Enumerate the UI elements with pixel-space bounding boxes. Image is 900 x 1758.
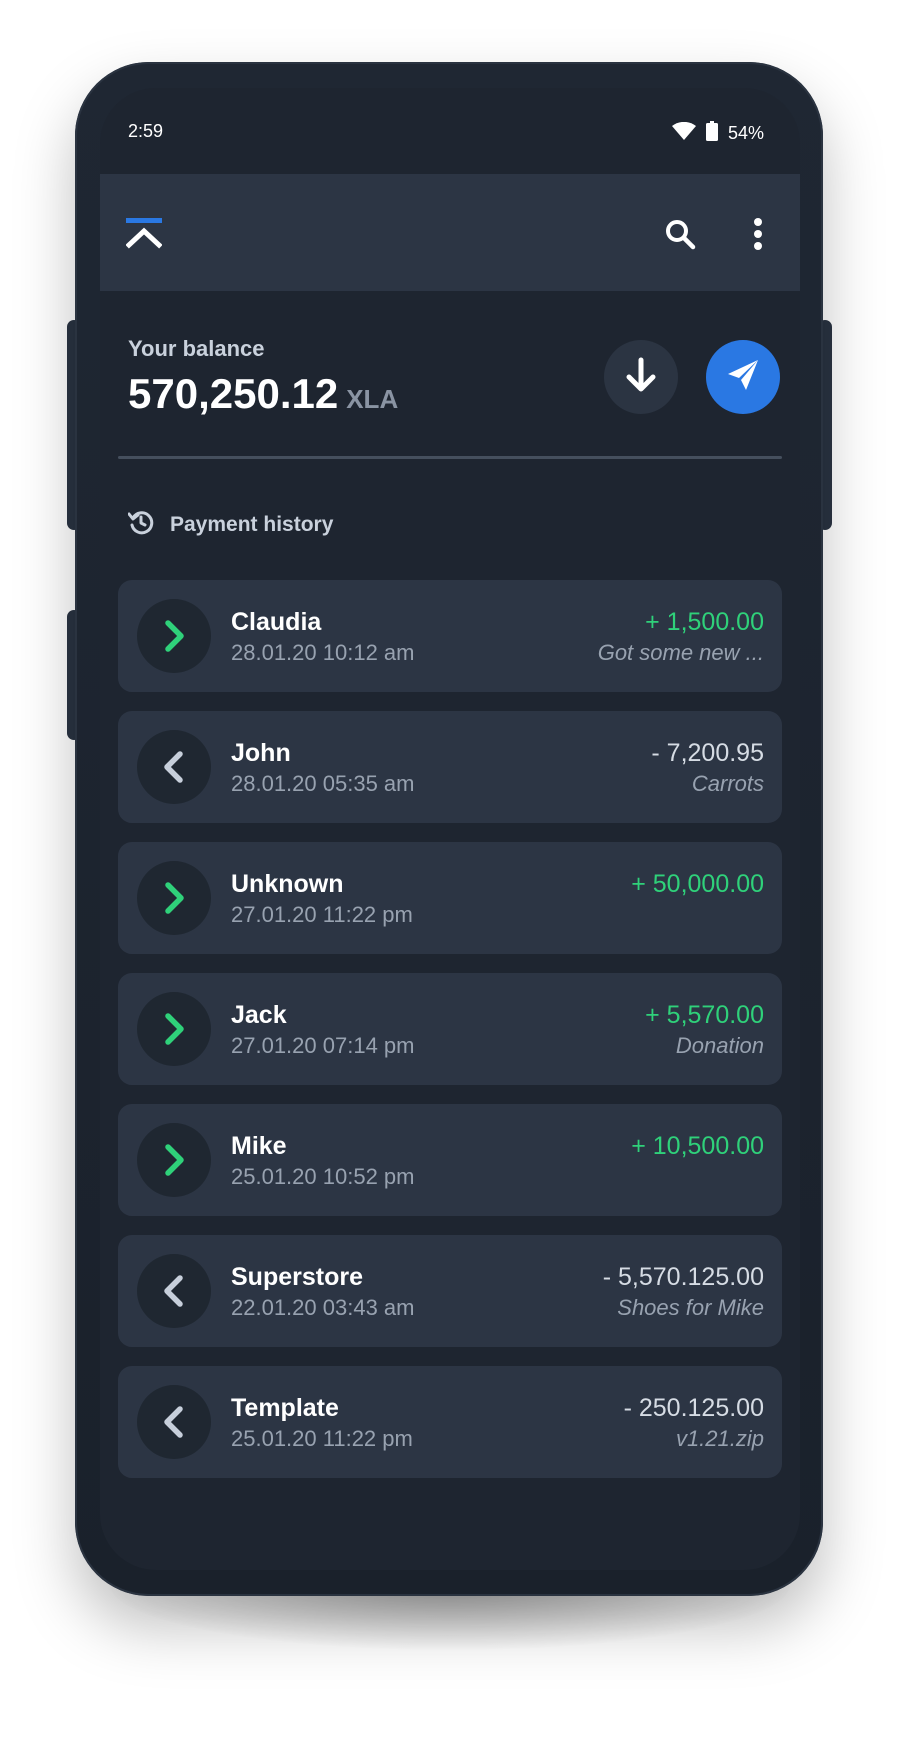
app-screen: 2:59 54% Your balance 570,250.12 XLA Pay…	[100, 88, 800, 1570]
status-right: 54%	[671, 121, 764, 146]
transaction-note: Carrots	[691, 771, 764, 796]
outgoing-arrow-icon	[137, 1254, 211, 1328]
transaction-amount: - 7,200.95	[651, 739, 764, 767]
incoming-arrow-icon	[137, 599, 211, 673]
balance-currency: XLA	[346, 384, 399, 414]
transaction-note: Shoes for Mike	[617, 1295, 764, 1320]
transaction-date: 25.01.20 10:52 pm	[231, 1164, 415, 1189]
transaction-date: 22.01.20 03:43 am	[231, 1295, 415, 1320]
transaction-amount: + 10,500.00	[631, 1132, 764, 1160]
incoming-arrow-icon	[137, 992, 211, 1066]
transaction-row[interactable]: John 28.01.20 05:35 am - 7,200.95 Carrots	[118, 711, 782, 823]
transaction-date: 25.01.20 11:22 pm	[231, 1426, 413, 1451]
transaction-note: Donation	[675, 1033, 764, 1058]
battery-icon	[705, 121, 718, 146]
transaction-note: Got some new ...	[597, 640, 764, 665]
app-bar	[100, 174, 800, 291]
transaction-amount: - 5,570.125.00	[602, 1263, 764, 1291]
chevron-up-logo[interactable]	[125, 218, 163, 250]
transaction-amount: + 50,000.00	[631, 870, 764, 898]
incoming-arrow-icon	[137, 861, 211, 935]
transaction-date: 27.01.20 11:22 pm	[231, 902, 413, 927]
transaction-list: Claudia 28.01.20 10:12 am + 1,500.00 Got so…	[118, 580, 782, 1497]
transaction-date: 28.01.20 10:12 am	[231, 640, 415, 665]
transaction-amount: - 250.125.00	[623, 1394, 764, 1422]
transaction-note: v1.21.zip	[675, 1426, 764, 1451]
transaction-row[interactable]: Unknown 27.01.20 11:22 pm + 50,000.00	[118, 842, 782, 954]
balance-amount: 570,250.12 XLA	[128, 370, 398, 418]
battery-level: 54%	[727, 123, 764, 143]
send-button[interactable]	[706, 340, 780, 414]
transaction-row[interactable]: Template 25.01.20 11:22 pm - 250.125.00 v1.…	[118, 1366, 782, 1478]
transaction-name: John	[231, 739, 291, 767]
transaction-row[interactable]: Superstore 22.01.20 03:43 am - 5,570.125.0…	[118, 1235, 782, 1347]
paper-plane-icon	[726, 358, 760, 397]
transaction-row[interactable]: Mike 25.01.20 10:52 pm + 10,500.00	[118, 1104, 782, 1216]
arrow-down-icon	[624, 357, 658, 398]
payment-history-title: Payment history	[170, 513, 334, 536]
transaction-name: Superstore	[231, 1263, 363, 1291]
transaction-name: Jack	[231, 1001, 287, 1029]
transaction-date: 28.01.20 05:35 am	[231, 771, 415, 796]
outgoing-arrow-icon	[137, 730, 211, 804]
payment-history-header: Payment history	[127, 509, 334, 541]
transaction-row[interactable]: Jack 27.01.20 07:14 pm + 5,570.00 Donation	[118, 973, 782, 1085]
incoming-arrow-icon	[137, 1123, 211, 1197]
more-vert-icon[interactable]	[734, 210, 782, 258]
receive-button[interactable]	[604, 340, 678, 414]
balance-value: 570,250.12	[128, 370, 339, 417]
history-icon	[127, 509, 154, 541]
transaction-date: 27.01.20 07:14 pm	[231, 1033, 415, 1058]
outgoing-arrow-icon	[137, 1385, 211, 1459]
transaction-amount: + 5,570.00	[645, 1001, 764, 1029]
transaction-name: Unknown	[231, 870, 344, 898]
transaction-name: Template	[231, 1394, 339, 1422]
transaction-amount: + 1,500.00	[645, 608, 764, 636]
balance-label: Your balance	[128, 336, 265, 361]
status-bar: 2:59 54%	[100, 88, 800, 174]
wifi-icon	[671, 121, 696, 145]
transaction-name: Claudia	[231, 608, 322, 636]
transaction-row[interactable]: Claudia 28.01.20 10:12 am + 1,500.00 Got so…	[118, 580, 782, 692]
status-time: 2:59	[128, 121, 164, 141]
balance-divider	[118, 456, 782, 459]
search-icon[interactable]	[656, 210, 704, 258]
transaction-name: Mike	[231, 1132, 287, 1160]
